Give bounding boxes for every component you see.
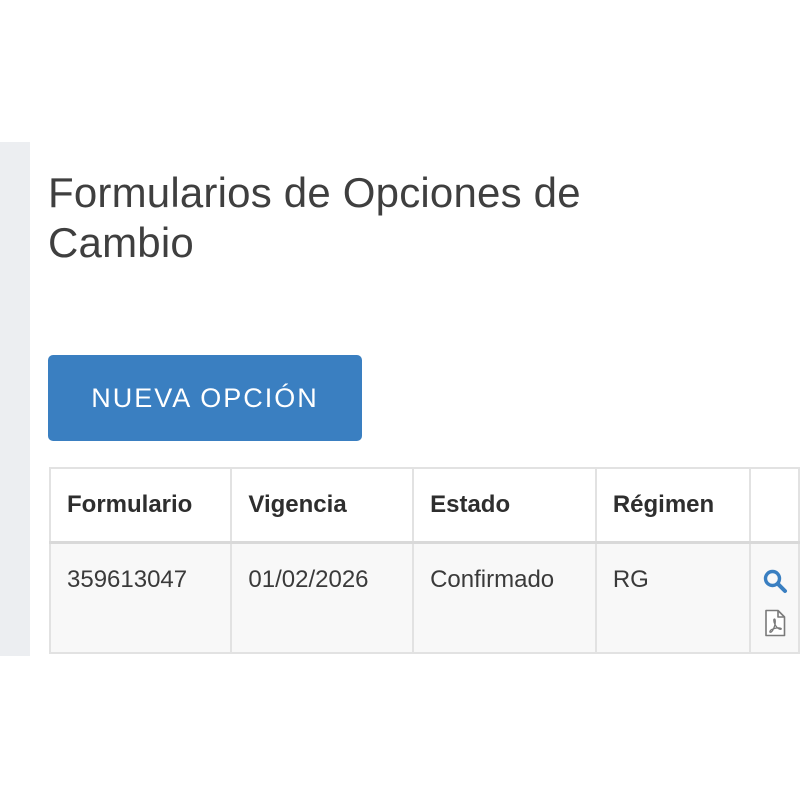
new-option-button[interactable]: NUEVA OPCIÓN bbox=[48, 355, 362, 441]
cell-vigencia: 01/02/2026 bbox=[230, 541, 415, 654]
page: Formularios de Opciones de Cambio NUEVA … bbox=[0, 0, 800, 800]
pdf-icon[interactable] bbox=[751, 609, 798, 644]
table-row: 359613047 01/02/2026 Confirmado RG bbox=[48, 541, 800, 654]
cell-formulario: 359613047 bbox=[48, 541, 233, 654]
cell-regimen: RG bbox=[594, 541, 752, 654]
forms-table: Formulario Vigencia Estado Régimen 35961… bbox=[48, 467, 800, 654]
table-header-row: Formulario Vigencia Estado Régimen bbox=[48, 467, 800, 544]
side-panel bbox=[0, 142, 30, 656]
header-formulario[interactable]: Formulario bbox=[48, 467, 233, 544]
cell-actions bbox=[749, 541, 800, 654]
page-title: Formularios de Opciones de Cambio bbox=[48, 169, 581, 266]
header-vigencia[interactable]: Vigencia bbox=[230, 467, 415, 544]
cell-estado: Confirmado bbox=[412, 541, 597, 654]
header-regimen[interactable]: Régimen bbox=[594, 467, 752, 544]
header-estado[interactable]: Estado bbox=[412, 467, 597, 544]
search-icon[interactable] bbox=[751, 568, 798, 601]
header-actions bbox=[749, 467, 800, 544]
